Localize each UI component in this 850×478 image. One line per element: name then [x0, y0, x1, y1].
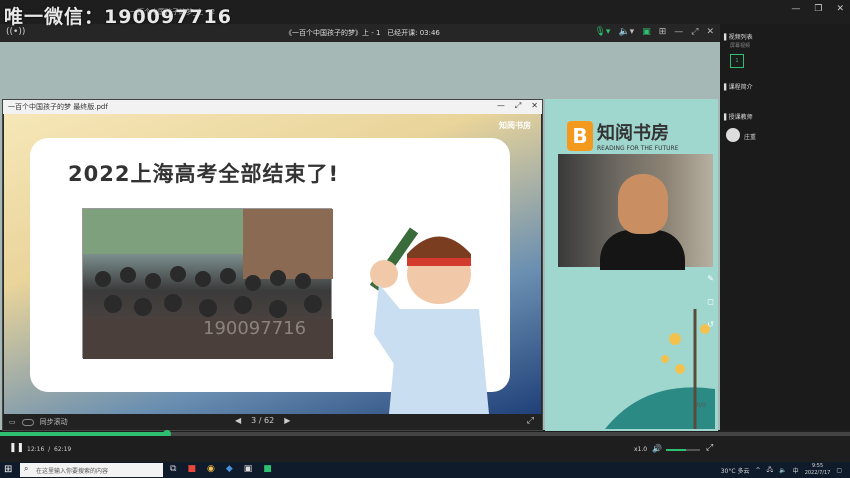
- camera-counter: 0/0: [696, 402, 706, 409]
- camera-icon[interactable]: ▣: [642, 27, 651, 37]
- lesson-title-text: 《一百个中国孩子的梦》上 - 1: [285, 29, 381, 37]
- time-display: 12:16 / 62:19: [27, 446, 72, 453]
- teacher-video: [558, 154, 713, 270]
- pdf-fullscreen-icon[interactable]: ⤢: [527, 416, 534, 426]
- notification-icon[interactable]: ▢: [836, 467, 842, 474]
- windows-taskbar: ⊞ ⌕ 在这里输入你要搜索的内容 ⧉ ■ ◉ ◆ ▣ ■ 30°C 多云 ^ 🖧…: [0, 462, 850, 478]
- pdf-slide: 2022上海高考全部结束了! 190097716 知阅书房: [4, 114, 541, 416]
- teacher-heading: ▌授课教师: [724, 114, 753, 121]
- maximize-button[interactable]: ❐: [814, 4, 822, 14]
- pen-tool-icon[interactable]: ✎: [707, 274, 714, 283]
- page-current: 3: [251, 416, 257, 425]
- clock[interactable]: 9:55 2022/7/17: [805, 463, 831, 477]
- page-total: 62: [264, 416, 275, 425]
- right-sidebar: ▌视频列表 屏幕视频 1 ▌课程简介 ▌授课教师 庄重: [720, 24, 850, 430]
- video-list-heading[interactable]: ▌视频列表: [724, 32, 753, 41]
- sync-scroll-label: 同步滚动: [39, 418, 68, 426]
- pdf-titlebar: 一百个中国孩子的梦 最终版.pdf — ⤢ ✕: [3, 100, 542, 114]
- next-page-icon[interactable]: ▶: [284, 416, 290, 425]
- plant-decoration: [605, 309, 715, 429]
- app-green-icon[interactable]: ■: [263, 464, 272, 474]
- teacher-body: [600, 230, 685, 270]
- video-list-sub: 屏幕视频: [730, 43, 751, 49]
- sidebar-toggle-icon[interactable]: ▭: [9, 418, 16, 426]
- app-root: 唯一微信：190097716 一百个中国孩子的梦_上 - 2 — ❐ ✕ ((•…: [0, 0, 850, 478]
- fullscreen-icon[interactable]: ⤢: [706, 443, 713, 453]
- camera-side-buttons: ✎ ◻ ↺: [707, 274, 714, 329]
- total-time: 62:19: [53, 446, 72, 453]
- search-icon: ⌕: [24, 464, 29, 473]
- page-indicator: 3 / 62: [251, 416, 275, 425]
- speaker-icon[interactable]: 🔈▾: [618, 27, 634, 37]
- eraser-tool-icon[interactable]: ◻: [707, 297, 714, 306]
- sync-scroll-toggle[interactable]: [21, 418, 34, 426]
- toolbar-tools: 🎙▾ 🔈▾ ▣ ⊞ — ⤢ ✕: [595, 27, 715, 37]
- brand-name: 知阅书房: [597, 123, 669, 144]
- pdf-minimize-icon[interactable]: —: [497, 101, 505, 111]
- toolbar-expand-icon[interactable]: ⤢: [691, 27, 698, 37]
- slide-logo: 知阅书房: [499, 121, 531, 130]
- brand-mark-icon: B: [567, 120, 593, 151]
- task-view-icon[interactable]: ⧉: [170, 464, 176, 474]
- close-button[interactable]: ✕: [836, 4, 844, 14]
- microphone-icon[interactable]: 🎙▾: [595, 27, 611, 37]
- pdf-window-controls: — ⤢ ✕: [497, 101, 538, 111]
- start-icon[interactable]: ⊞: [4, 464, 12, 475]
- photo-watermark: 190097716: [203, 318, 306, 339]
- volume-icon[interactable]: 🔊: [652, 444, 662, 453]
- teacher-avatar: [726, 128, 740, 142]
- teacher-name: 庄重: [744, 134, 757, 141]
- clock-date: 2022/7/17: [804, 470, 831, 476]
- cartoon-boy-illustration: [369, 227, 489, 414]
- pdf-pager: ◀ 3 / 62 ▶: [235, 416, 290, 425]
- lang-indicator[interactable]: 中: [793, 466, 799, 475]
- search-placeholder: 在这里输入你要搜索的内容: [36, 468, 109, 475]
- weather-text[interactable]: 30°C 多云: [721, 466, 750, 475]
- volume-fill: [666, 449, 687, 451]
- current-time: 12:16: [27, 446, 45, 453]
- pdf-filename: 一百个中国孩子的梦 最终版.pdf: [8, 103, 108, 111]
- volume-slider[interactable]: [666, 449, 700, 451]
- course-intro-heading[interactable]: ▌课程简介: [724, 82, 753, 91]
- exam-crowd-photo: 190097716: [82, 208, 333, 359]
- app-blue-icon[interactable]: ◆: [226, 464, 233, 474]
- pause-button[interactable]: ❚❚: [9, 443, 24, 453]
- network-icon[interactable]: 🖧: [766, 465, 773, 475]
- slide-headline: 2022上海高考全部结束了!: [68, 162, 340, 186]
- volume-tray-icon[interactable]: 🔈: [779, 467, 786, 474]
- brand-slogan: READING FOR THE FUTURE: [597, 145, 679, 152]
- app-red-icon[interactable]: ■: [187, 464, 196, 474]
- pdf-close-icon[interactable]: ✕: [531, 101, 538, 111]
- pdf-bottombar: ▭ 同步滚动 ◀ 3 / 62 ▶ ⤢: [3, 414, 542, 430]
- system-tray: 30°C 多云 ^ 🖧 🔈 中 9:55 2022/7/17 ▢: [721, 463, 842, 477]
- pdf-window: 一百个中国孩子的梦 最终版.pdf — ⤢ ✕ 2022上海高考全部结束了! 1…: [2, 99, 543, 431]
- lesson-title: 《一百个中国孩子的梦》上 - 1 已经开课: 03:46: [285, 28, 440, 38]
- brand-logo: B 知阅书房 READING FOR THE FUTURE: [567, 119, 678, 152]
- toolbar-minimize-icon[interactable]: —: [674, 27, 683, 37]
- tray-up-icon[interactable]: ^: [755, 467, 760, 474]
- teacher-face: [618, 174, 668, 234]
- clock-time: 9:55: [811, 463, 824, 469]
- speed-selector[interactable]: x1.0: [634, 446, 647, 453]
- toolbar-close-icon[interactable]: ✕: [706, 27, 714, 37]
- taskbar-search[interactable]: ⌕ 在这里输入你要搜索的内容: [20, 463, 163, 477]
- taskbar-apps: ⧉ ■ ◉ ◆ ▣ ■: [170, 464, 272, 474]
- chrome-icon[interactable]: ◉: [207, 464, 215, 474]
- app-player-icon[interactable]: ▣: [244, 464, 253, 474]
- grid-layout-icon[interactable]: ⊞: [659, 27, 667, 37]
- pdf-expand-icon[interactable]: ⤢: [515, 101, 521, 111]
- watermark: 唯一微信：190097716: [4, 6, 232, 28]
- minimize-button[interactable]: —: [791, 4, 800, 14]
- window-controls: — ❐ ✕: [791, 4, 844, 14]
- player-controls: ❚❚ 12:16 / 62:19 x1.0 🔊 ⤢: [0, 436, 850, 462]
- started-label: 已经开课: 03:46: [387, 29, 440, 37]
- video-thumbnail[interactable]: 1: [730, 54, 744, 68]
- undo-tool-icon[interactable]: ↺: [707, 320, 714, 329]
- prev-page-icon[interactable]: ◀: [235, 416, 241, 425]
- pdf-bottom-left: ▭ 同步滚动: [9, 417, 68, 427]
- teacher-camera-window: B 知阅书房 READING FOR THE FUTURE ✎ ◻ ↺ 0/0: [545, 99, 718, 431]
